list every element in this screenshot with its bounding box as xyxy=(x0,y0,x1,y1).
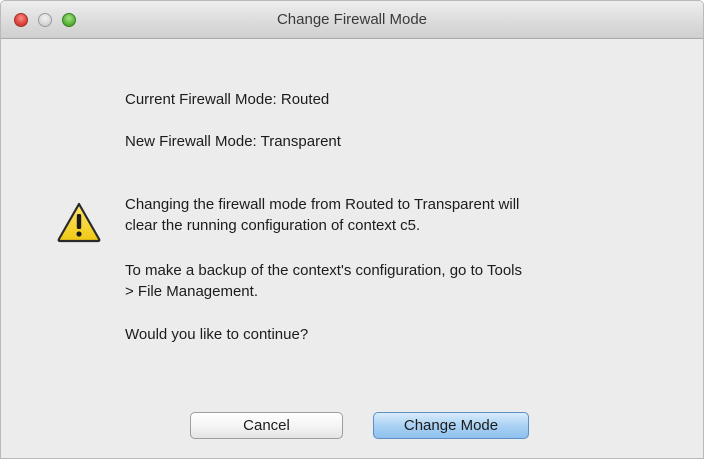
cancel-button[interactable]: Cancel xyxy=(190,412,343,439)
current-mode-label: Current Firewall Mode: Routed xyxy=(125,91,330,108)
warning-message: Changing the firewall mode from Routed t… xyxy=(125,194,665,236)
warning-line-1: Changing the firewall mode from Routed t… xyxy=(125,196,520,213)
change-mode-button[interactable]: Change Mode xyxy=(373,412,529,439)
new-mode-label: New Firewall Mode: Transparent xyxy=(125,133,341,150)
change-firewall-mode-dialog: Change Firewall Mode Current Firewall Mo… xyxy=(0,0,704,459)
window-title: Change Firewall Mode xyxy=(276,11,428,28)
continue-question: Would you like to continue? xyxy=(125,326,309,343)
warning-triangle-icon xyxy=(57,202,101,243)
backup-hint: To make a backup of the context's config… xyxy=(125,260,665,302)
backup-line-1: To make a backup of the context's config… xyxy=(125,262,522,279)
warning-line-2: clear the running configuration of conte… xyxy=(125,217,421,234)
title-bar[interactable]: Change Firewall Mode xyxy=(1,1,703,39)
backup-line-2: > File Management. xyxy=(125,283,258,300)
